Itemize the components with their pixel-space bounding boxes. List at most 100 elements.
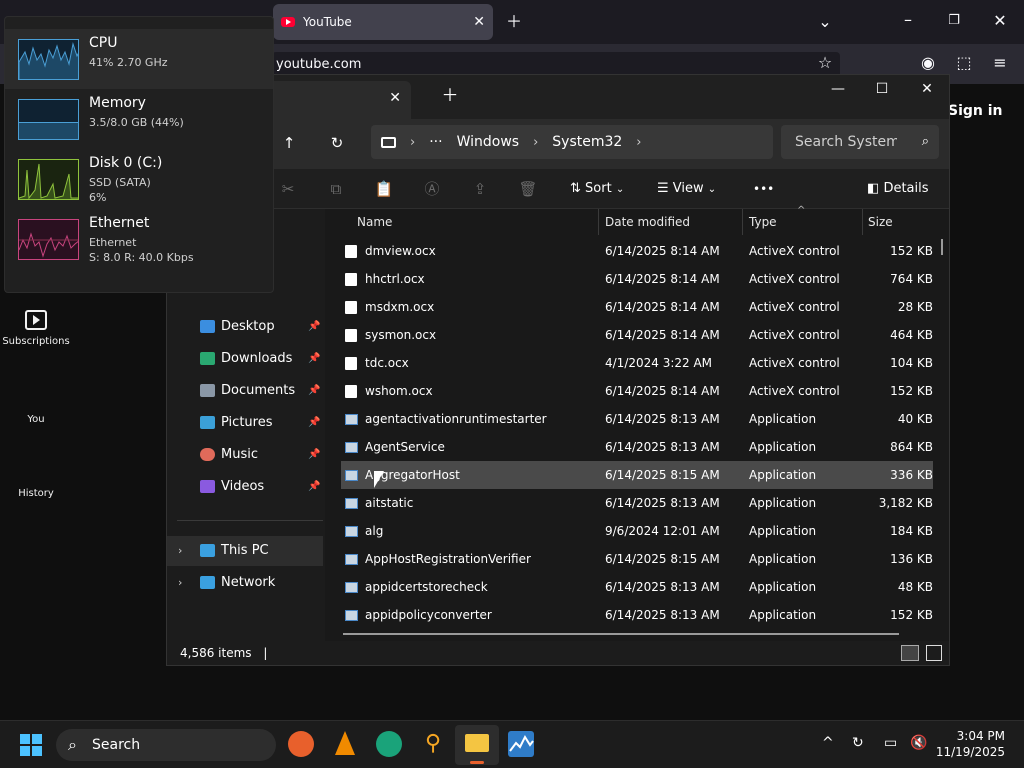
yt-nav-you[interactable]: You (0, 414, 72, 425)
sidebar-item-label: Network (221, 575, 276, 590)
sidebar-item-this-pc[interactable]: › This PC (167, 536, 323, 566)
tiles-view-icon[interactable] (926, 645, 942, 661)
explorer-close-icon[interactable]: ✕ (904, 81, 950, 101)
perf-item-ethernet[interactable]: Ethernet Ethernet S: 8.0 R: 40.0 Kbps (5, 215, 273, 275)
clock[interactable]: 3:04 PM 11/19/2025 (936, 728, 1005, 760)
file-row[interactable]: appidpolicyconverter 6/14/2025 8:13 AM App… (341, 601, 933, 629)
file-name: agentactivationruntimestarter (365, 412, 547, 426)
breadcrumb-windows[interactable]: Windows (457, 134, 520, 150)
display-icon[interactable]: ▭ (884, 735, 897, 751)
up-arrow-icon[interactable]: ↑ (278, 134, 300, 154)
sync-icon[interactable]: ↻ (852, 735, 864, 751)
file-explorer-taskbar-button[interactable] (455, 725, 499, 765)
details-button[interactable]: ◧ Details (867, 177, 929, 201)
sign-in-button[interactable]: Sign in (948, 103, 1003, 119)
list-tabs-icon[interactable]: ⌄ (814, 12, 836, 32)
see-more-button[interactable]: ••• (753, 177, 774, 201)
perf-item-memory[interactable]: Memory 3.5/8.0 GB (44%) (5, 89, 273, 149)
firefox-icon[interactable] (288, 731, 314, 757)
restore-icon[interactable]: ❐ (943, 11, 965, 31)
vertical-scrollbar[interactable] (941, 239, 943, 255)
expand-chevron-icon[interactable]: › (178, 568, 182, 598)
sidebar-item-pictures[interactable]: Pictures 📌 (167, 408, 323, 438)
close-window-icon[interactable]: ✕ (989, 11, 1011, 31)
explorer-minimize-icon[interactable]: — (815, 81, 861, 101)
search-input[interactable]: Search System32 ⌕ (781, 125, 939, 159)
perf-item-disk[interactable]: Disk 0 (C:) SSD (SATA) 6% (5, 149, 273, 209)
rename-icon[interactable]: Ⓐ (422, 177, 442, 201)
extensions-icon[interactable]: ⬚ (953, 53, 975, 73)
explorer-new-tab-icon[interactable]: ＋ (427, 81, 473, 106)
sidebar-item-documents[interactable]: Documents 📌 (167, 376, 323, 406)
task-manager-icon[interactable] (508, 731, 534, 757)
file-row[interactable]: tdc.ocx 4/1/2024 3:22 AM ActiveX control 10… (341, 349, 933, 377)
file-row[interactable]: AgentService 6/14/2025 8:13 AM Application… (341, 433, 933, 461)
file-row[interactable]: wshom.ocx 6/14/2025 8:14 AM ActiveX contro… (341, 377, 933, 405)
file-size: 152 KB (890, 608, 933, 622)
volume-muted-icon[interactable]: 🔇 (910, 735, 927, 751)
delete-icon[interactable]: 🗑 (518, 177, 538, 201)
file-row[interactable]: sysmon.ocx 6/14/2025 8:14 AM ActiveX contr… (341, 321, 933, 349)
browser-tab-youtube[interactable]: YouTube ✕ (273, 4, 493, 40)
taskbar-search[interactable]: ⌕ Search (56, 729, 276, 761)
expand-chevron-icon[interactable]: › (178, 536, 182, 566)
explorer-tab-close-icon[interactable]: ✕ (389, 90, 401, 106)
explorer-tab[interactable]: ✕ (267, 81, 411, 119)
file-row[interactable]: aitstatic 6/14/2025 8:13 AM Application 3,1… (341, 489, 933, 517)
file-name: AppHostRegistrationVerifier (365, 552, 531, 566)
account-icon[interactable]: ◉ (917, 53, 939, 73)
show-hidden-icons-chevron-icon[interactable]: ^ (822, 735, 834, 751)
file-row[interactable]: appidcertstorecheck 6/14/2025 8:13 AM Appl… (341, 573, 933, 601)
breadcrumb[interactable]: › ··· Windows › System32 › (371, 125, 773, 159)
file-row[interactable]: hhctrl.ocx 6/14/2025 8:14 AM ActiveX contr… (341, 265, 933, 293)
sidebar-item-videos[interactable]: Videos 📌 (167, 472, 323, 502)
file-row[interactable]: alg 9/6/2024 12:01 AM Application 184 KB (341, 517, 933, 545)
paste-icon[interactable]: 📋 (374, 177, 394, 201)
details-view-icon[interactable] (901, 645, 919, 661)
horizontal-scrollbar[interactable] (343, 633, 899, 635)
new-tab-icon[interactable]: ＋ (503, 12, 525, 32)
file-row[interactable]: msdxm.ocx 6/14/2025 8:14 AM ActiveX contro… (341, 293, 933, 321)
file-row[interactable]: AggregatorHost 6/14/2025 8:15 AM Applicati… (341, 461, 933, 489)
column-header-size[interactable]: Size (868, 215, 893, 229)
file-row[interactable]: dmview.ocx 6/14/2025 8:14 AM ActiveX contr… (341, 237, 933, 265)
column-divider[interactable] (598, 209, 599, 235)
refresh-icon[interactable]: ↻ (326, 134, 348, 154)
column-header-name[interactable]: Name (357, 215, 392, 229)
column-header-date[interactable]: Date modified (605, 215, 690, 229)
edge-icon[interactable] (376, 731, 402, 757)
perf-item-cpu[interactable]: CPU 41% 2.70 GHz (5, 29, 273, 89)
share-icon[interactable]: ⇪ (470, 177, 490, 201)
music-folder-icon (200, 448, 215, 461)
view-button[interactable]: ☰ View ⌄ (657, 177, 716, 201)
minimize-icon[interactable]: – (897, 10, 919, 30)
sidebar-item-music[interactable]: Music 📌 (167, 440, 323, 470)
column-divider[interactable] (862, 209, 863, 235)
file-row[interactable]: AppHostRegistrationVerifier 6/14/2025 8:1… (341, 545, 933, 573)
yt-nav-history[interactable]: History (0, 488, 72, 499)
network-icon (200, 576, 215, 589)
cut-icon[interactable]: ✂ (278, 177, 298, 201)
file-date: 6/14/2025 8:15 AM (605, 468, 720, 482)
sidebar-item-desktop[interactable]: Desktop 📌 (167, 312, 323, 342)
breadcrumb-more-icon[interactable]: ··· (429, 134, 442, 150)
sort-button[interactable]: ⇅ Sort ⌄ (570, 177, 624, 201)
explorer-maximize-icon[interactable]: ☐ (859, 81, 905, 101)
tab-close-icon[interactable]: ✕ (473, 14, 485, 30)
magnifier-app-icon[interactable]: ⚲ (420, 731, 446, 757)
view-label: View (672, 181, 704, 196)
vlc-icon[interactable] (332, 731, 358, 757)
yt-nav-subscriptions[interactable]: Subscriptions (0, 310, 72, 347)
sidebar-item-downloads[interactable]: Downloads 📌 (167, 344, 323, 374)
start-button[interactable] (20, 734, 42, 756)
file-type: Application (749, 496, 817, 510)
breadcrumb-system32[interactable]: System32 (552, 134, 622, 150)
menu-icon[interactable]: ≡ (989, 53, 1011, 73)
copy-icon[interactable]: ⧉ (326, 177, 346, 201)
column-divider[interactable] (742, 209, 743, 235)
downloads-folder-icon (200, 352, 215, 365)
column-header-type[interactable]: Type (749, 215, 777, 229)
bookmark-star-icon[interactable]: ☆ (814, 53, 836, 73)
sidebar-item-network[interactable]: › Network (167, 568, 323, 598)
file-row[interactable]: agentactivationruntimestarter 6/14/2025 8… (341, 405, 933, 433)
